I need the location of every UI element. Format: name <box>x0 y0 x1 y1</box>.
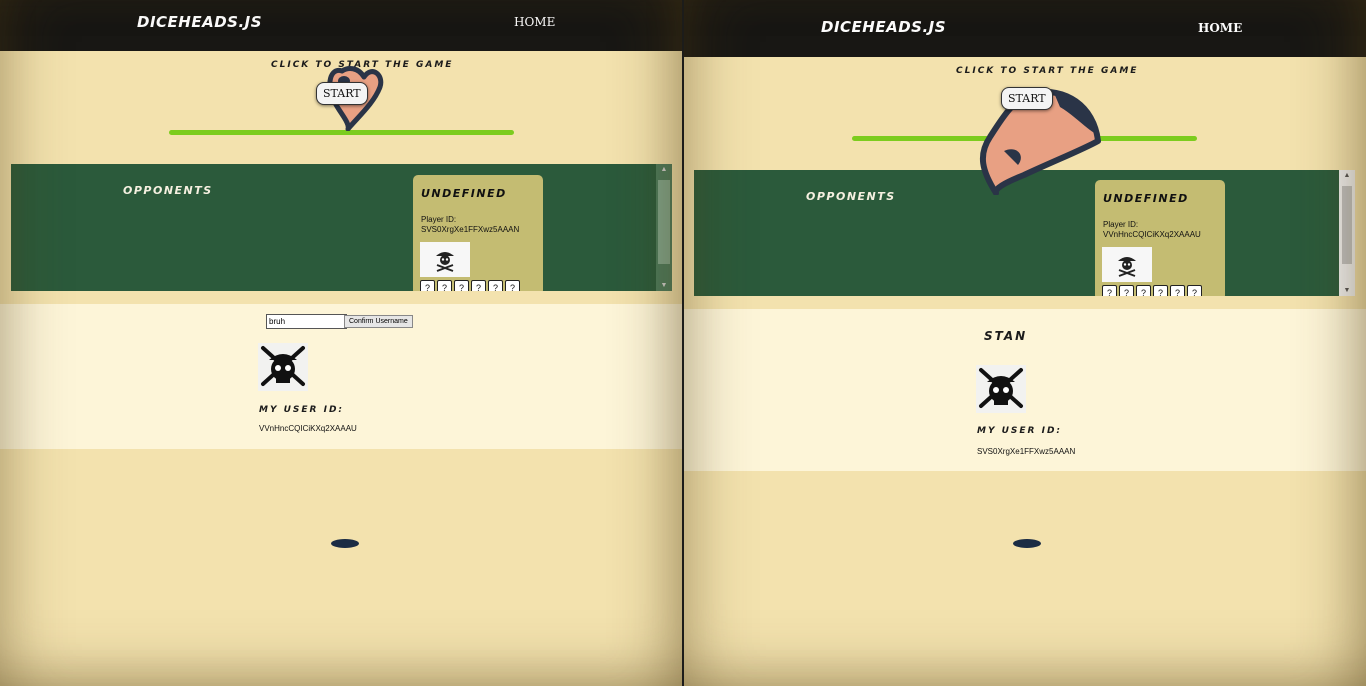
navbar: DICEHEADS.JS HOME <box>684 0 1366 57</box>
opponent-dice: ? ? ? ? ? ? <box>420 280 520 291</box>
brand-logo[interactable]: DICEHEADS.JS <box>821 18 946 36</box>
scroll-down-icon[interactable]: ▼ <box>656 282 672 289</box>
opponent-card: UNDEFINED Player ID: VVnHncCQICiKXq2XAAA… <box>1095 180 1225 296</box>
opponent-id-value: VVnHncCQICiKXq2XAAAU <box>1103 230 1201 239</box>
scroll-thumb[interactable] <box>1342 186 1352 264</box>
start-prompt: CLICK TO START THE GAME <box>956 66 1139 76</box>
nav-home-link[interactable]: HOME <box>1198 21 1242 35</box>
die: ? <box>1119 285 1134 296</box>
ink-blob-decoration <box>331 539 359 548</box>
confirm-username-button[interactable]: Confirm Username <box>344 315 413 328</box>
user-area: Confirm Username MY USER ID: VVnHncCQICi… <box>0 304 682 449</box>
opponents-scrollbar[interactable]: ▲ ▼ <box>656 164 672 291</box>
pirate-skull-icon <box>258 343 308 391</box>
scroll-thumb[interactable] <box>658 180 670 264</box>
my-user-id-value: VVnHncCQICiKXq2XAAAU <box>259 424 357 433</box>
my-user-id-value: SVS0XrgXe1FFXwz5AAAN <box>977 447 1076 456</box>
pirate-skull-icon <box>1102 247 1152 282</box>
die: ? <box>1102 285 1117 296</box>
opponents-panel: OPPONENTS UNDEFINED Player ID: SVS0XrgXe… <box>11 164 672 291</box>
opponent-name: UNDEFINED <box>421 187 507 200</box>
start-button[interactable]: START <box>316 82 368 105</box>
my-user-id-label: MY USER ID: <box>977 426 1063 436</box>
ink-blob-decoration <box>1013 539 1041 548</box>
username-input[interactable] <box>266 314 347 329</box>
opponents-title: OPPONENTS <box>123 184 213 197</box>
pirate-skull-icon <box>976 365 1026 413</box>
opponent-id-label: Player ID: <box>421 215 457 224</box>
opponent-dice: ? ? ? ? ? ? <box>1102 285 1202 296</box>
die: ? <box>505 280 520 291</box>
die: ? <box>420 280 435 291</box>
die: ? <box>488 280 503 291</box>
username-display: STAN <box>984 329 1028 343</box>
left-browser-window: DICEHEADS.JS HOME CLICK TO START THE GAM… <box>0 0 682 686</box>
opponents-title: OPPONENTS <box>806 190 896 203</box>
navbar: DICEHEADS.JS HOME <box>0 0 682 51</box>
die: ? <box>1187 285 1202 296</box>
opponents-scrollbar[interactable]: ▲ ▼ <box>1339 170 1355 296</box>
die: ? <box>1170 285 1185 296</box>
opponent-id-value: SVS0XrgXe1FFXwz5AAAN <box>421 225 520 234</box>
scroll-up-icon[interactable]: ▲ <box>1339 172 1355 179</box>
opponent-card: UNDEFINED Player ID: SVS0XrgXe1FFXwz5AAA… <box>413 175 543 291</box>
die: ? <box>454 280 469 291</box>
pirate-skull-icon <box>420 242 470 277</box>
nav-home-link[interactable]: HOME <box>514 15 555 29</box>
scroll-down-icon[interactable]: ▼ <box>1339 287 1355 294</box>
my-user-id-label: MY USER ID: <box>259 405 345 415</box>
opponent-name: UNDEFINED <box>1103 192 1189 205</box>
opponent-id-label: Player ID: <box>1103 220 1139 229</box>
die: ? <box>437 280 452 291</box>
start-button[interactable]: START <box>1001 87 1053 110</box>
user-area: STAN MY USER ID: SVS0XrgXe1FFXwz5AAAN <box>684 309 1366 471</box>
scroll-up-icon[interactable]: ▲ <box>656 166 672 173</box>
die: ? <box>1153 285 1168 296</box>
right-browser-window: DICEHEADS.JS HOME CLICK TO START THE GAM… <box>684 0 1366 686</box>
brand-logo[interactable]: DICEHEADS.JS <box>137 13 262 31</box>
die: ? <box>1136 285 1151 296</box>
die: ? <box>471 280 486 291</box>
